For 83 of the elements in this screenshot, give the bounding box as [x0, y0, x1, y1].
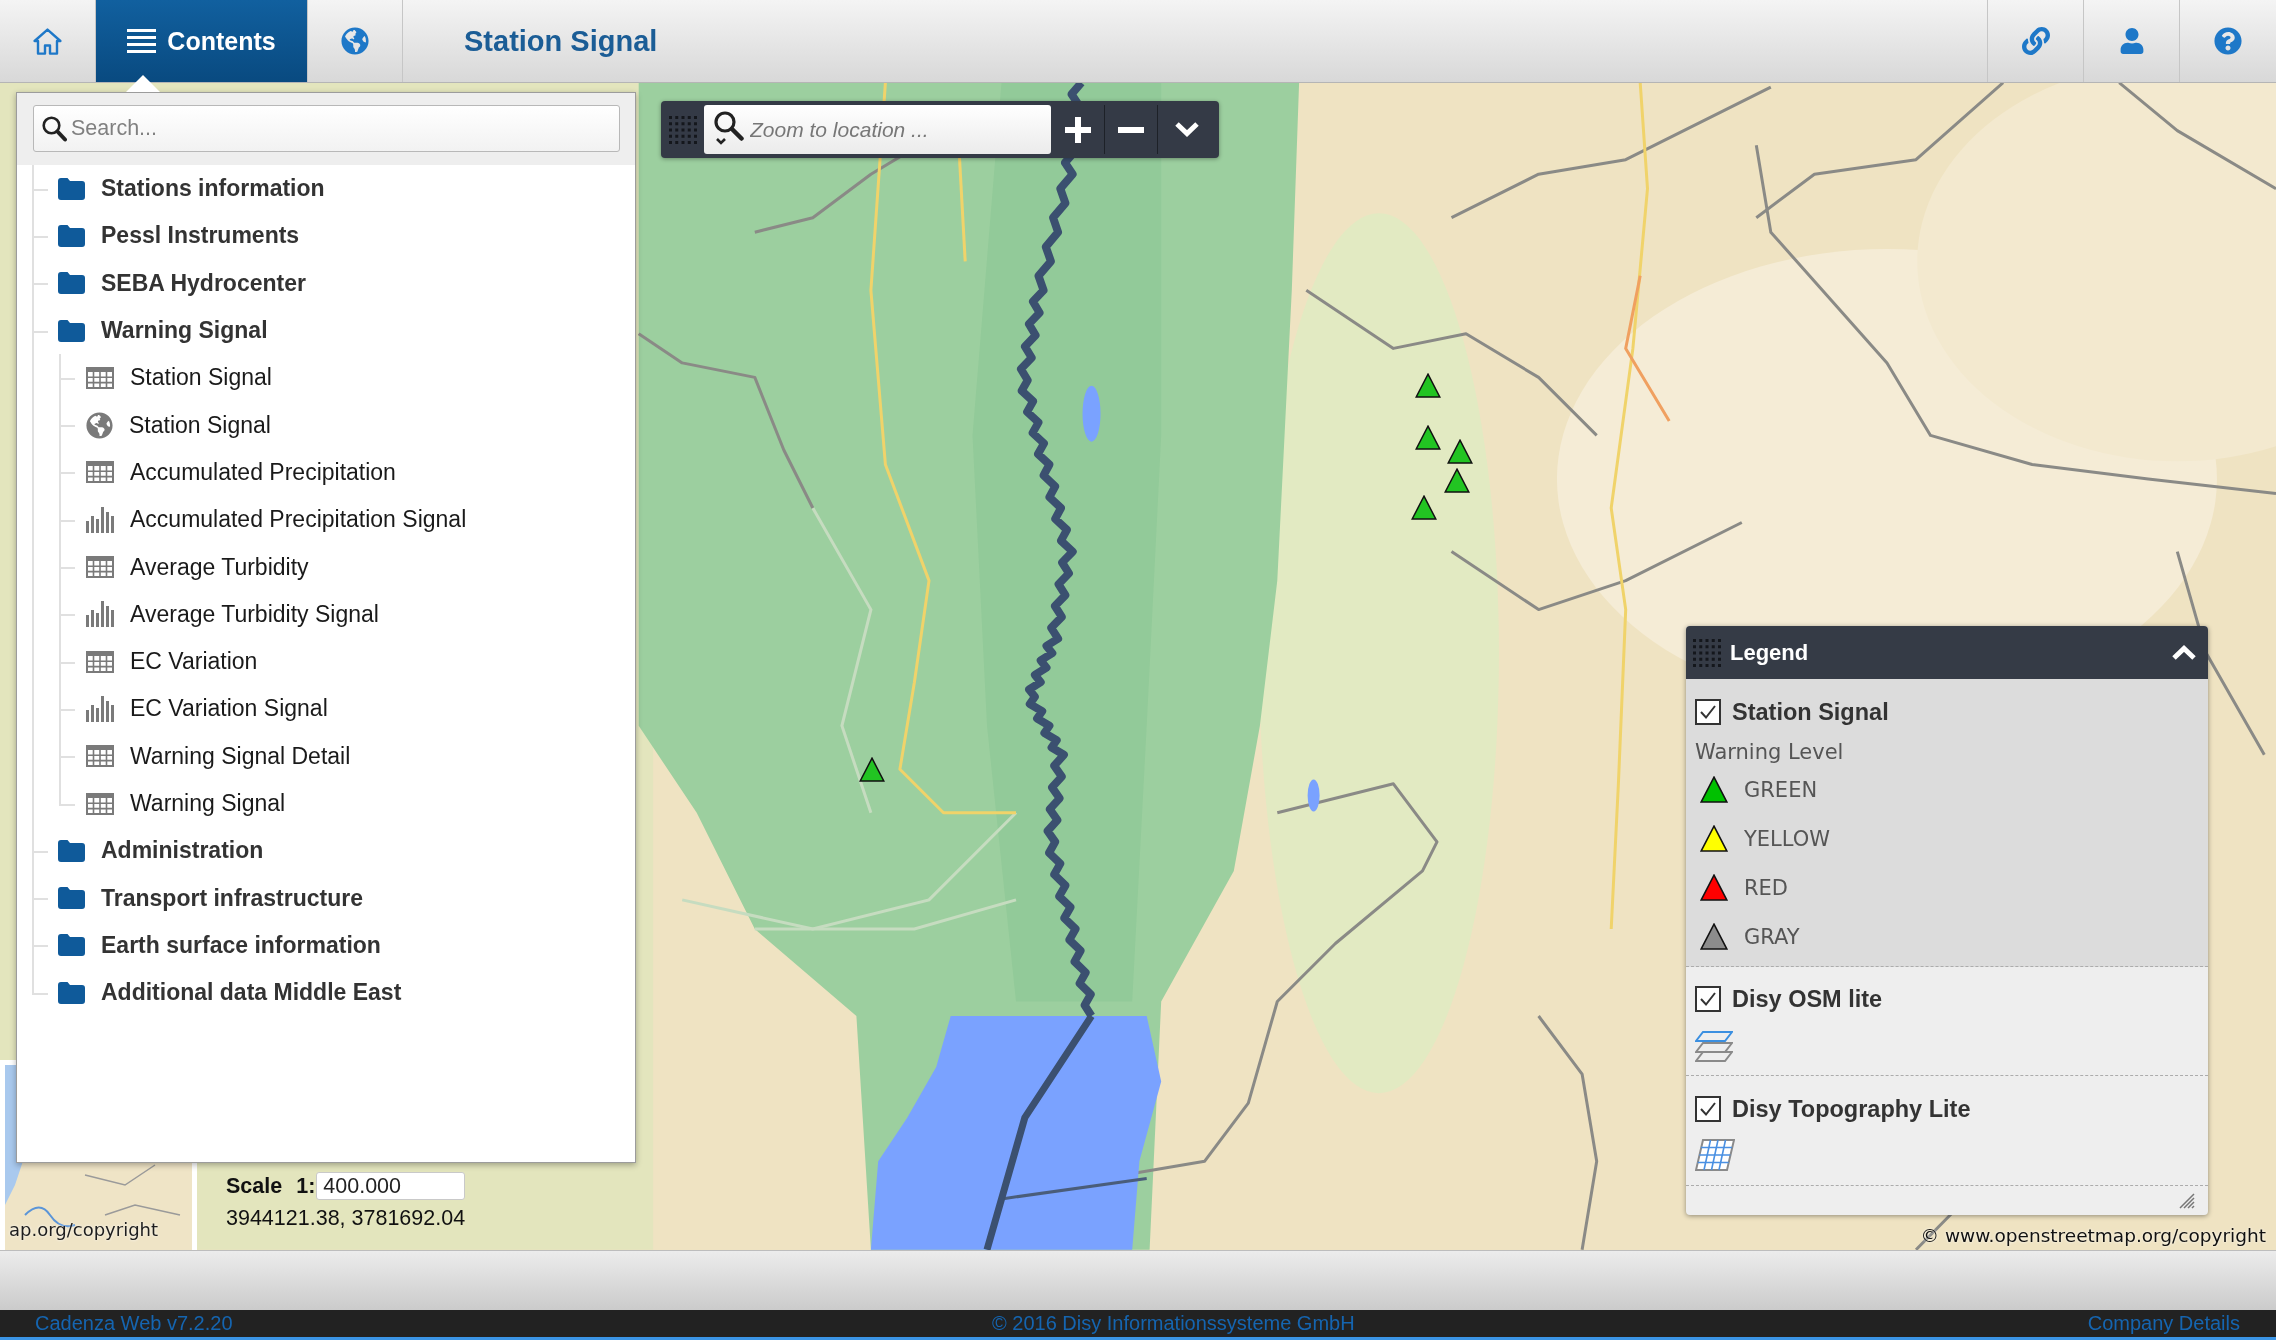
tree-item[interactable]: EC Variation Signal: [86, 695, 328, 723]
table-icon: [86, 461, 114, 484]
bar-chart-icon: [86, 506, 114, 533]
checkbox[interactable]: [1695, 1096, 1721, 1122]
plus-icon: [1064, 116, 1091, 143]
folder-icon: [58, 177, 85, 200]
user-icon: [2118, 28, 2145, 54]
class-label: RED: [1744, 875, 1789, 900]
triangle-marker-icon[interactable]: [1444, 468, 1471, 494]
tree-item[interactable]: Accumulated Precipitation Signal: [86, 506, 467, 534]
triangle-marker-icon[interactable]: [859, 757, 886, 783]
version-text: Cadenza Web v7.2.20: [35, 1312, 234, 1335]
page-title: Station Signal: [463, 23, 658, 59]
folder-item[interactable]: SEBA Hydrocenter: [58, 269, 306, 297]
bar-chart-icon: [86, 695, 114, 722]
class-label: YELLOW: [1744, 826, 1831, 851]
tree-item[interactable]: Average Turbidity: [86, 553, 309, 581]
drag-handle-icon[interactable]: [1693, 638, 1721, 667]
drag-handle-icon[interactable]: [669, 115, 697, 144]
tree-item[interactable]: Average Turbidity Signal: [86, 600, 379, 628]
layer-name: Disy Topography Lite: [1732, 1095, 1971, 1123]
class-label: GRAY: [1744, 924, 1800, 949]
tree-item[interactable]: Accumulated Precipitation: [86, 458, 396, 486]
scale-field[interactable]: 400.000: [316, 1172, 466, 1200]
folder-item[interactable]: Stations information: [58, 175, 325, 203]
table-icon: [86, 650, 114, 673]
bar-chart-icon: [86, 601, 114, 628]
scale-prefix: 1:: [296, 1173, 316, 1199]
folder-item[interactable]: Warning Signal: [58, 317, 268, 345]
tree-item[interactable]: Warning Signal Detail: [86, 742, 351, 770]
folder-icon: [58, 272, 85, 295]
search-icon: [713, 111, 744, 147]
folder-item[interactable]: Additional data Middle East: [58, 979, 402, 1007]
class-label: GREEN: [1744, 777, 1818, 802]
search-icon: [42, 116, 67, 142]
tree-item[interactable]: Warning Signal: [86, 790, 286, 817]
triangle-marker-icon[interactable]: [1447, 439, 1474, 465]
folder-icon: [58, 224, 85, 247]
folder-item[interactable]: Earth surface information: [58, 931, 381, 959]
folder-icon: [58, 319, 85, 342]
legend-title: Legend: [1730, 639, 1809, 666]
attribution-text: ap.org/copyright: [9, 1219, 159, 1240]
globe-icon: [86, 411, 113, 439]
checkbox[interactable]: [1695, 986, 1721, 1012]
coordinates-text: 3944121.38, 3781692.04: [226, 1205, 466, 1231]
layers-icon: [1695, 1031, 1733, 1062]
resize-grip-icon[interactable]: [2179, 1192, 2195, 1209]
folder-icon: [58, 981, 85, 1004]
help-icon: [2214, 27, 2242, 55]
table-icon: [86, 792, 114, 815]
link-icon: [2021, 27, 2050, 55]
attribution-text: © www.openstreetmap.org/copyright: [1920, 1225, 2266, 1246]
search-field[interactable]: Search...: [33, 105, 620, 152]
layer-name: Disy OSM lite: [1732, 985, 1883, 1013]
contents-button[interactable]: Contents: [96, 0, 308, 82]
table-icon: [86, 556, 114, 578]
table-icon: [86, 366, 114, 389]
folder-item[interactable]: Administration: [58, 837, 264, 865]
home-icon: [33, 27, 62, 55]
tree-item[interactable]: Station Signal: [86, 411, 271, 439]
chevron-up-icon[interactable]: [2171, 644, 2197, 661]
folder-icon: [58, 887, 85, 910]
triangle-marker-icon[interactable]: [1415, 372, 1442, 398]
menu-icon: [127, 29, 157, 53]
location-search-field[interactable]: Zoom to location ...: [704, 105, 1051, 154]
legend-caption: Warning Level: [1695, 739, 1844, 765]
table-icon: [86, 745, 114, 768]
folder-icon: [58, 839, 85, 862]
tree-item[interactable]: Station Signal: [86, 364, 272, 392]
globe-icon: [341, 27, 369, 55]
triangle-marker-icon[interactable]: [1410, 494, 1437, 520]
minus-icon: [1118, 126, 1144, 133]
layer-name: Station Signal: [1732, 698, 1889, 726]
grid-icon: [1695, 1139, 1735, 1171]
folder-item[interactable]: Transport infrastructure: [58, 884, 363, 912]
scale-label: Scale: [226, 1173, 283, 1199]
folder-icon: [58, 934, 85, 957]
tree-item[interactable]: EC Variation: [86, 648, 258, 676]
triangle-marker-icon[interactable]: [1415, 424, 1442, 450]
copyright-text: © 2016 Disy Informationssysteme GmbH: [992, 1312, 1355, 1335]
folder-item[interactable]: Pessl Instruments: [58, 222, 300, 250]
chevron-down-icon: [1173, 121, 1200, 138]
checkbox[interactable]: [1695, 699, 1721, 725]
